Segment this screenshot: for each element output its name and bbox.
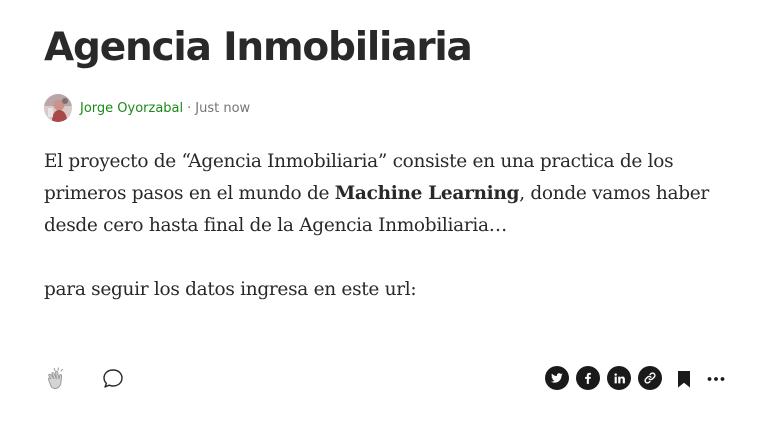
bookmark-icon [678, 371, 690, 388]
clap-icon [47, 367, 64, 390]
comment-button[interactable] [100, 366, 126, 392]
author-avatar[interactable] [44, 94, 72, 122]
twitter-icon [550, 373, 563, 383]
copy-link-button[interactable] [638, 366, 662, 390]
bookmark-button[interactable] [672, 366, 696, 392]
share-linkedin-button[interactable] [607, 366, 631, 390]
article-body: El proyecto de “Agencia Inmobiliaria” co… [44, 146, 734, 306]
timestamp: Just now [195, 100, 251, 116]
byline: Jorge Oyorzabal · Just now [44, 94, 250, 122]
more-options-button[interactable] [704, 366, 728, 392]
article-actions-bar [44, 364, 728, 394]
paragraph-1-bold: Machine Learning [334, 183, 520, 204]
paragraph-1: El proyecto de “Agencia Inmobiliaria” co… [44, 146, 734, 242]
share-twitter-button[interactable] [545, 366, 569, 390]
author-name[interactable]: Jorge Oyorzabal [80, 101, 183, 116]
clap-button[interactable] [44, 366, 70, 392]
facebook-icon [585, 372, 591, 384]
article-title: Agencia Inmobiliaria [44, 25, 473, 70]
byline-separator: · [187, 100, 192, 116]
share-facebook-button[interactable] [576, 366, 600, 390]
more-icon [707, 377, 725, 381]
comment-icon [103, 369, 123, 388]
link-icon [644, 372, 656, 384]
linkedin-icon [613, 372, 625, 383]
paragraph-2: para seguir los datos ingresa en este ur… [44, 279, 417, 300]
